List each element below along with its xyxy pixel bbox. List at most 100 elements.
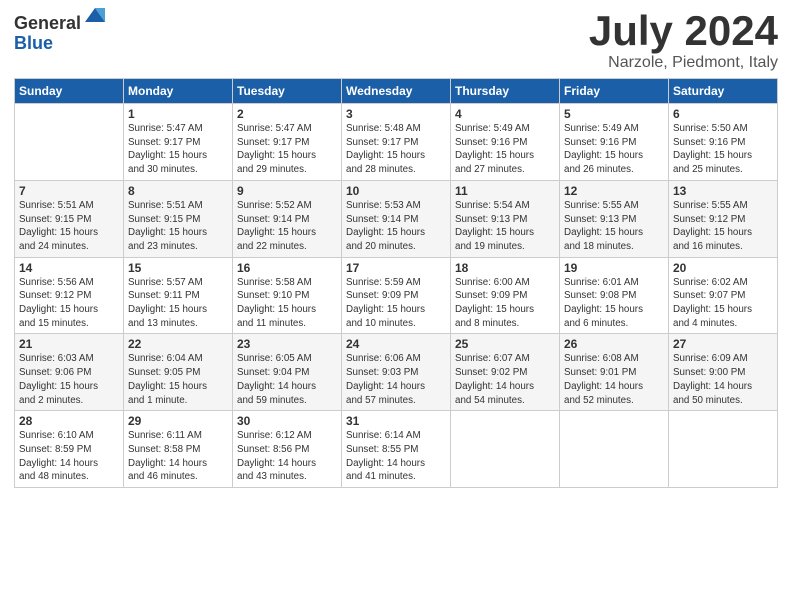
day-info: Sunrise: 6:03 AM Sunset: 9:06 PM Dayligh… <box>19 352 119 407</box>
day-number: 5 <box>564 107 664 121</box>
calendar-cell: 8Sunrise: 5:51 AM Sunset: 9:15 PM Daylig… <box>124 180 233 257</box>
day-info: Sunrise: 6:06 AM Sunset: 9:03 PM Dayligh… <box>346 352 446 407</box>
day-info: Sunrise: 6:09 AM Sunset: 9:00 PM Dayligh… <box>673 352 773 407</box>
day-number: 27 <box>673 337 773 351</box>
day-info: Sunrise: 5:58 AM Sunset: 9:10 PM Dayligh… <box>237 276 337 331</box>
page-container: General Blue July 2024 Narzole, Piedmont… <box>0 0 792 498</box>
day-info: Sunrise: 6:10 AM Sunset: 8:59 PM Dayligh… <box>19 429 119 484</box>
day-info: Sunrise: 6:04 AM Sunset: 9:05 PM Dayligh… <box>128 352 228 407</box>
calendar-cell: 31Sunrise: 6:14 AM Sunset: 8:55 PM Dayli… <box>342 411 451 488</box>
day-info: Sunrise: 5:59 AM Sunset: 9:09 PM Dayligh… <box>346 276 446 331</box>
day-info: Sunrise: 5:49 AM Sunset: 9:16 PM Dayligh… <box>455 122 555 177</box>
calendar-cell: 11Sunrise: 5:54 AM Sunset: 9:13 PM Dayli… <box>451 180 560 257</box>
calendar-cell: 28Sunrise: 6:10 AM Sunset: 8:59 PM Dayli… <box>15 411 124 488</box>
col-friday: Friday <box>560 79 669 104</box>
day-number: 17 <box>346 261 446 275</box>
calendar-table: Sunday Monday Tuesday Wednesday Thursday… <box>14 78 778 488</box>
calendar-cell <box>15 104 124 181</box>
day-number: 6 <box>673 107 773 121</box>
day-info: Sunrise: 5:48 AM Sunset: 9:17 PM Dayligh… <box>346 122 446 177</box>
calendar-cell: 23Sunrise: 6:05 AM Sunset: 9:04 PM Dayli… <box>233 334 342 411</box>
day-number: 8 <box>128 184 228 198</box>
calendar-cell: 10Sunrise: 5:53 AM Sunset: 9:14 PM Dayli… <box>342 180 451 257</box>
day-number: 29 <box>128 414 228 428</box>
calendar-cell: 14Sunrise: 5:56 AM Sunset: 9:12 PM Dayli… <box>15 257 124 334</box>
day-number: 31 <box>346 414 446 428</box>
col-thursday: Thursday <box>451 79 560 104</box>
month-title: July 2024 <box>589 10 778 52</box>
day-info: Sunrise: 6:05 AM Sunset: 9:04 PM Dayligh… <box>237 352 337 407</box>
week-row-4: 21Sunrise: 6:03 AM Sunset: 9:06 PM Dayli… <box>15 334 778 411</box>
calendar-cell: 16Sunrise: 5:58 AM Sunset: 9:10 PM Dayli… <box>233 257 342 334</box>
day-number: 22 <box>128 337 228 351</box>
day-info: Sunrise: 5:54 AM Sunset: 9:13 PM Dayligh… <box>455 199 555 254</box>
day-number: 7 <box>19 184 119 198</box>
calendar-cell: 17Sunrise: 5:59 AM Sunset: 9:09 PM Dayli… <box>342 257 451 334</box>
day-number: 3 <box>346 107 446 121</box>
calendar-cell <box>451 411 560 488</box>
day-info: Sunrise: 5:55 AM Sunset: 9:13 PM Dayligh… <box>564 199 664 254</box>
week-row-2: 7Sunrise: 5:51 AM Sunset: 9:15 PM Daylig… <box>15 180 778 257</box>
day-info: Sunrise: 5:51 AM Sunset: 9:15 PM Dayligh… <box>19 199 119 254</box>
day-info: Sunrise: 5:57 AM Sunset: 9:11 PM Dayligh… <box>128 276 228 331</box>
week-row-5: 28Sunrise: 6:10 AM Sunset: 8:59 PM Dayli… <box>15 411 778 488</box>
day-info: Sunrise: 6:02 AM Sunset: 9:07 PM Dayligh… <box>673 276 773 331</box>
day-info: Sunrise: 6:14 AM Sunset: 8:55 PM Dayligh… <box>346 429 446 484</box>
day-number: 15 <box>128 261 228 275</box>
day-info: Sunrise: 6:00 AM Sunset: 9:09 PM Dayligh… <box>455 276 555 331</box>
calendar-cell: 3Sunrise: 5:48 AM Sunset: 9:17 PM Daylig… <box>342 104 451 181</box>
day-number: 18 <box>455 261 555 275</box>
day-number: 20 <box>673 261 773 275</box>
day-number: 14 <box>19 261 119 275</box>
day-number: 26 <box>564 337 664 351</box>
calendar-cell: 9Sunrise: 5:52 AM Sunset: 9:14 PM Daylig… <box>233 180 342 257</box>
day-number: 24 <box>346 337 446 351</box>
day-info: Sunrise: 5:50 AM Sunset: 9:16 PM Dayligh… <box>673 122 773 177</box>
day-number: 25 <box>455 337 555 351</box>
calendar-cell: 21Sunrise: 6:03 AM Sunset: 9:06 PM Dayli… <box>15 334 124 411</box>
logo-icon <box>83 4 107 28</box>
week-row-3: 14Sunrise: 5:56 AM Sunset: 9:12 PM Dayli… <box>15 257 778 334</box>
day-info: Sunrise: 5:52 AM Sunset: 9:14 PM Dayligh… <box>237 199 337 254</box>
logo-blue: Blue <box>14 34 81 54</box>
calendar-cell: 26Sunrise: 6:08 AM Sunset: 9:01 PM Dayli… <box>560 334 669 411</box>
calendar-cell: 20Sunrise: 6:02 AM Sunset: 9:07 PM Dayli… <box>669 257 778 334</box>
calendar-cell: 1Sunrise: 5:47 AM Sunset: 9:17 PM Daylig… <box>124 104 233 181</box>
day-number: 13 <box>673 184 773 198</box>
calendar-cell: 27Sunrise: 6:09 AM Sunset: 9:00 PM Dayli… <box>669 334 778 411</box>
col-saturday: Saturday <box>669 79 778 104</box>
day-number: 28 <box>19 414 119 428</box>
calendar-cell: 15Sunrise: 5:57 AM Sunset: 9:11 PM Dayli… <box>124 257 233 334</box>
day-info: Sunrise: 5:47 AM Sunset: 9:17 PM Dayligh… <box>237 122 337 177</box>
calendar-cell: 30Sunrise: 6:12 AM Sunset: 8:56 PM Dayli… <box>233 411 342 488</box>
calendar-cell: 18Sunrise: 6:00 AM Sunset: 9:09 PM Dayli… <box>451 257 560 334</box>
calendar-cell: 13Sunrise: 5:55 AM Sunset: 9:12 PM Dayli… <box>669 180 778 257</box>
calendar-cell: 19Sunrise: 6:01 AM Sunset: 9:08 PM Dayli… <box>560 257 669 334</box>
day-number: 9 <box>237 184 337 198</box>
col-wednesday: Wednesday <box>342 79 451 104</box>
calendar-cell: 4Sunrise: 5:49 AM Sunset: 9:16 PM Daylig… <box>451 104 560 181</box>
day-number: 1 <box>128 107 228 121</box>
day-number: 21 <box>19 337 119 351</box>
day-info: Sunrise: 6:11 AM Sunset: 8:58 PM Dayligh… <box>128 429 228 484</box>
day-info: Sunrise: 6:08 AM Sunset: 9:01 PM Dayligh… <box>564 352 664 407</box>
col-monday: Monday <box>124 79 233 104</box>
logo: General Blue <box>14 14 107 54</box>
calendar-cell: 6Sunrise: 5:50 AM Sunset: 9:16 PM Daylig… <box>669 104 778 181</box>
day-info: Sunrise: 6:01 AM Sunset: 9:08 PM Dayligh… <box>564 276 664 331</box>
day-number: 30 <box>237 414 337 428</box>
calendar-cell <box>669 411 778 488</box>
calendar-cell: 12Sunrise: 5:55 AM Sunset: 9:13 PM Dayli… <box>560 180 669 257</box>
calendar-cell: 22Sunrise: 6:04 AM Sunset: 9:05 PM Dayli… <box>124 334 233 411</box>
day-info: Sunrise: 5:51 AM Sunset: 9:15 PM Dayligh… <box>128 199 228 254</box>
day-number: 10 <box>346 184 446 198</box>
day-info: Sunrise: 6:12 AM Sunset: 8:56 PM Dayligh… <box>237 429 337 484</box>
header-row: Sunday Monday Tuesday Wednesday Thursday… <box>15 79 778 104</box>
calendar-cell: 25Sunrise: 6:07 AM Sunset: 9:02 PM Dayli… <box>451 334 560 411</box>
col-sunday: Sunday <box>15 79 124 104</box>
calendar-cell: 29Sunrise: 6:11 AM Sunset: 8:58 PM Dayli… <box>124 411 233 488</box>
calendar-cell: 24Sunrise: 6:06 AM Sunset: 9:03 PM Dayli… <box>342 334 451 411</box>
day-info: Sunrise: 5:55 AM Sunset: 9:12 PM Dayligh… <box>673 199 773 254</box>
day-number: 19 <box>564 261 664 275</box>
calendar-cell: 7Sunrise: 5:51 AM Sunset: 9:15 PM Daylig… <box>15 180 124 257</box>
